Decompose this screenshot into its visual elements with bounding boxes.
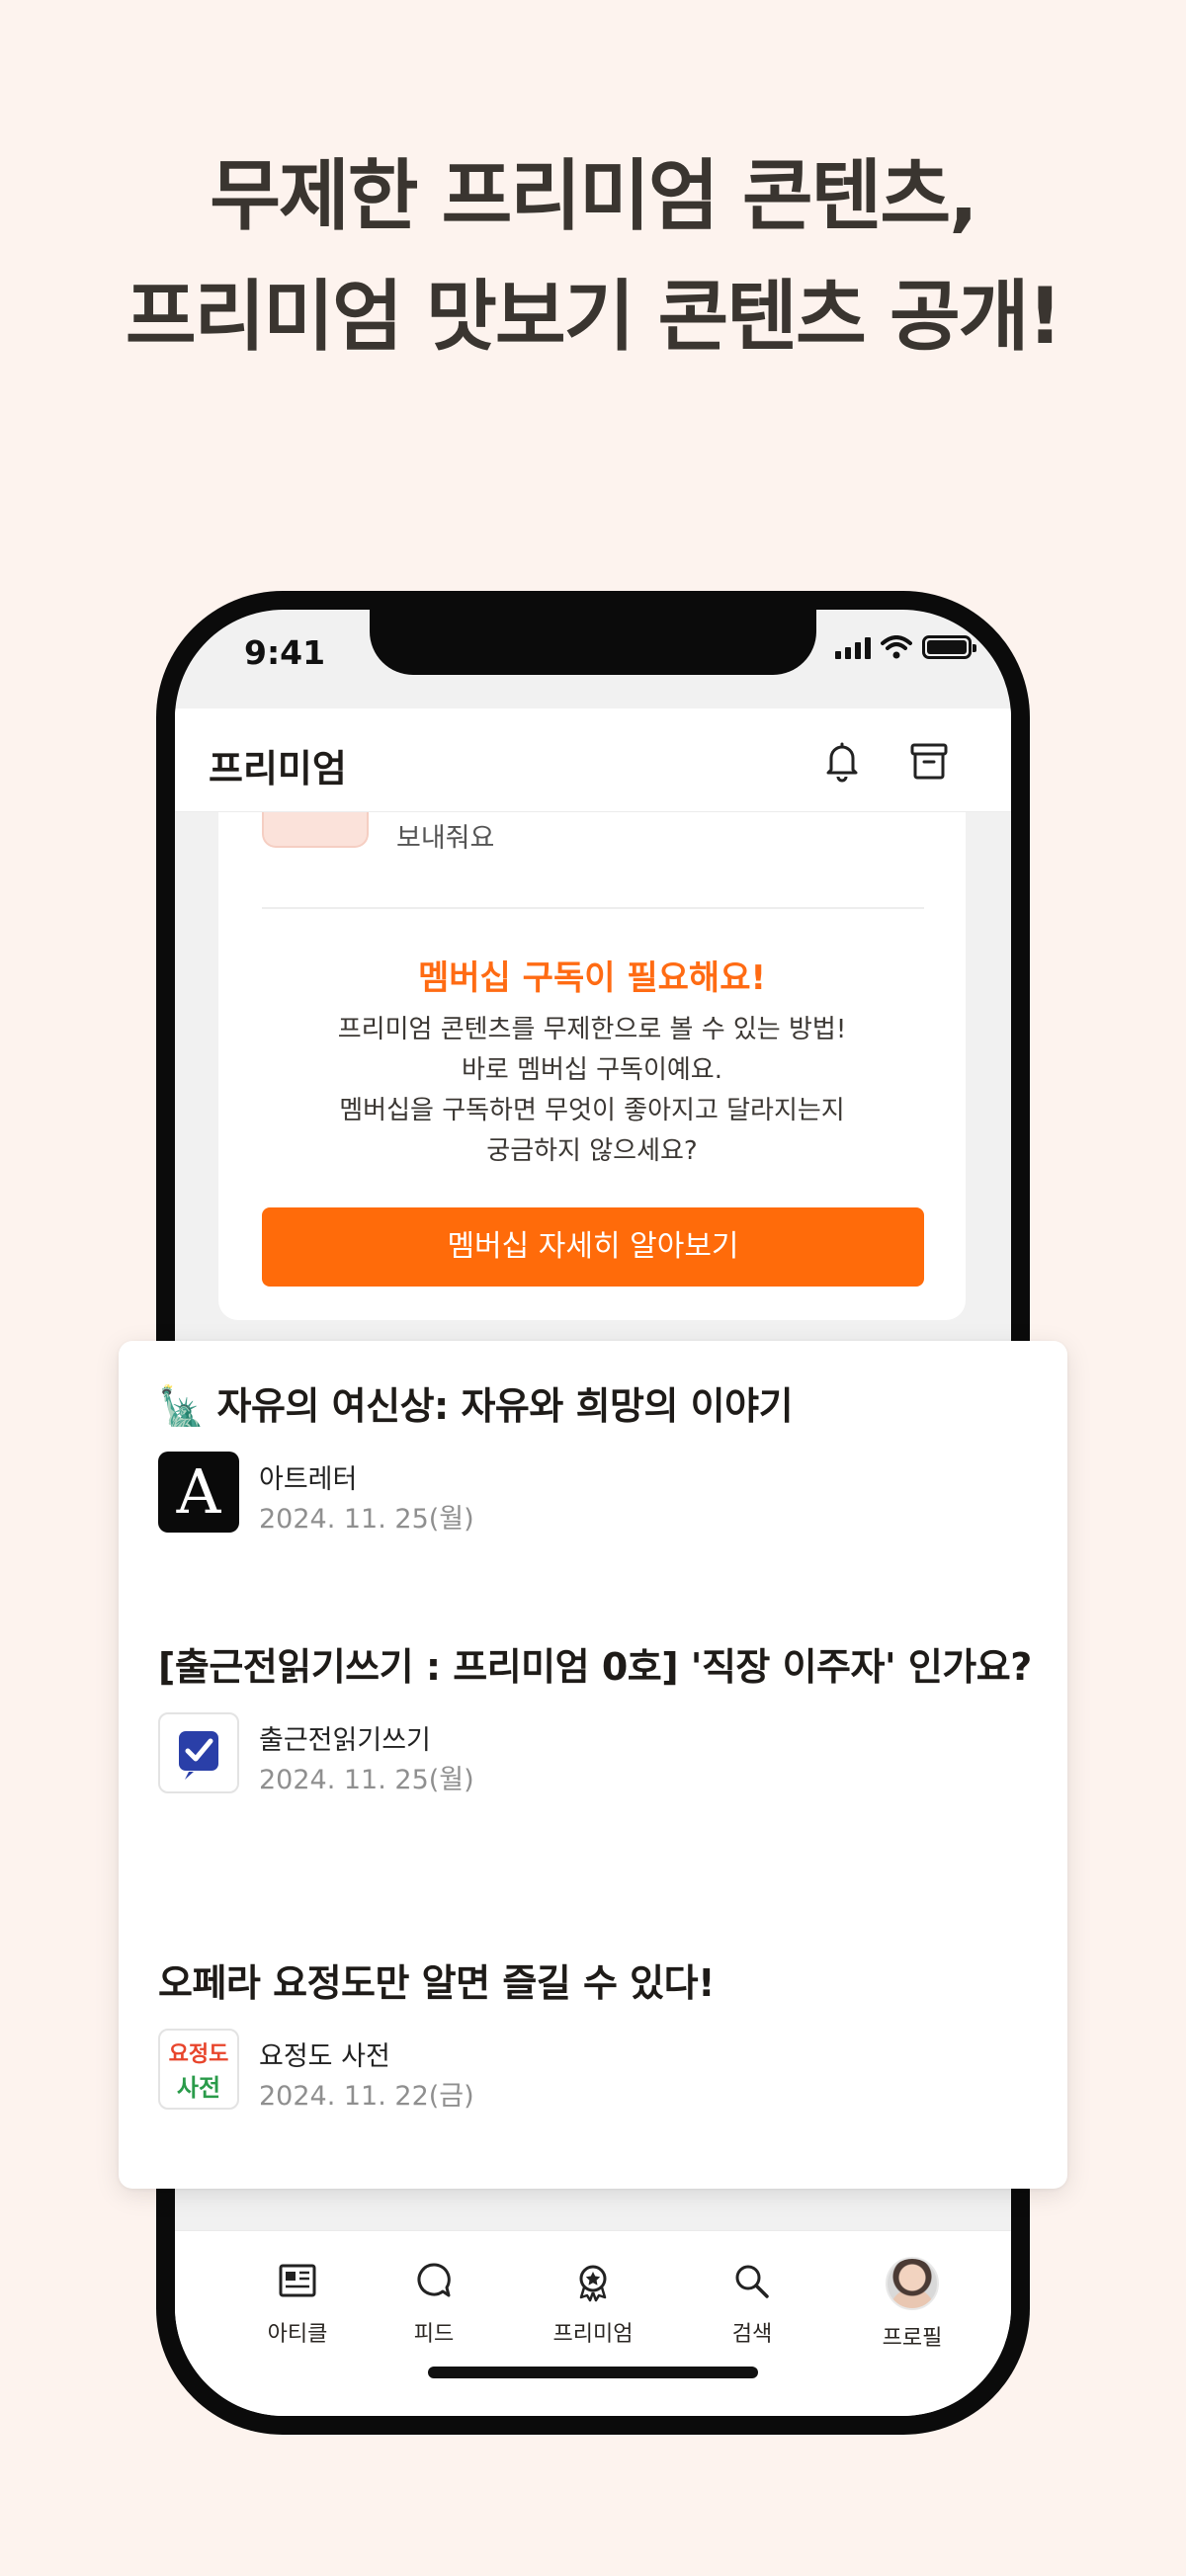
list-item[interactable]: [출근전읽기쓰기 : 프리미엄 0호] '직장 이주자' 인가요? 출근전읽기쓰… [158, 1637, 1038, 1795]
publisher-logo: A [158, 1452, 239, 1533]
publish-date: 2024. 11. 25(월) [259, 1504, 474, 1535]
tab-label: 아티클 [267, 2322, 328, 2347]
headline-line-1: 무제한 프리미엄 콘텐츠, [210, 152, 978, 241]
tab-bar: 아티클 피드 프리미엄 검색 프로필 [175, 2230, 1011, 2416]
article-meta: 요정도 사전 요정도 사전 2024. 11. 22(금) [158, 2029, 1038, 2112]
feed-bubble-icon [417, 2263, 451, 2297]
premium-badge-icon [579, 2265, 607, 2302]
publisher-name: 요정도 사전 [259, 2041, 390, 2072]
tab-article[interactable]: 아티클 [228, 2257, 367, 2348]
status-time: 9:41 [244, 633, 326, 672]
publisher-logo: 요정도 사전 [158, 2029, 239, 2110]
archive-icon[interactable] [904, 736, 954, 786]
notch [370, 610, 816, 675]
publish-date: 2024. 11. 22(금) [259, 2081, 474, 2112]
tab-label: 피드 [413, 2322, 455, 2347]
tab-premium[interactable]: 프리미엄 [524, 2257, 662, 2348]
article-title: 오페라 요정도만 알면 즐길 수 있다! [158, 1961, 715, 2005]
headline-line-2: 프리미엄 맛보기 콘텐츠 공개! [125, 273, 1062, 362]
membership-details-button[interactable]: 멤버십 자세히 알아보기 [262, 1207, 924, 1287]
tab-feed[interactable]: 피드 [365, 2257, 503, 2348]
article-title: 🗽 자유의 여신상: 자유와 희망의 이야기 [158, 1384, 794, 1428]
article-peek-text: 보내줘요 [396, 823, 495, 854]
tab-label: 검색 [731, 2322, 773, 2347]
list-item[interactable]: 오페라 요정도만 알면 즐길 수 있다! 요정도 사전 요정도 사전 2024.… [158, 1953, 1038, 2112]
app-bar: 프리미엄 [175, 708, 1011, 812]
description-line: 프리미엄 콘텐츠를 무제한으로 볼 수 있는 방법! [337, 1015, 847, 1044]
description-line: 궁금하지 않으세요? [486, 1136, 698, 1166]
logo-text-bottom: 사전 [176, 2074, 221, 2102]
premium-article-list: 🗽 자유의 여신상: 자유와 희망의 이야기 A 아트레터 2024. 11. … [119, 1341, 1067, 2189]
cellular-signal-icon [835, 635, 871, 659]
article-meta: A 아트레터 2024. 11. 25(월) [158, 1452, 1038, 1535]
divider [262, 907, 924, 909]
membership-title: 멤버십 구독이 필요해요! [418, 958, 766, 998]
description-line: 멤버십을 구독하면 무엇이 좋아지고 달라지는지 [339, 1096, 845, 1125]
publish-date: 2024. 11. 25(월) [259, 1765, 474, 1795]
article-icon [279, 2264, 316, 2297]
article-thumbnail [262, 812, 369, 848]
logo-text-top: 요정도 [168, 2042, 229, 2067]
bell-icon[interactable] [817, 736, 867, 786]
tab-search[interactable]: 검색 [683, 2257, 821, 2348]
checkbox-logo-icon [179, 1731, 218, 1780]
status-icons [835, 635, 976, 659]
tab-profile[interactable]: 프로필 [843, 2257, 981, 2352]
avatar [886, 2257, 939, 2310]
home-indicator [428, 2367, 758, 2378]
publisher-logo [158, 1712, 239, 1793]
article-meta: 출근전읽기쓰기 2024. 11. 25(월) [158, 1712, 1038, 1795]
article-title: [출근전읽기쓰기 : 프리미엄 0호] '직장 이주자' 인가요? [158, 1645, 1032, 1689]
membership-card: 보내줘요 멤버십 구독이 필요해요! 프리미엄 콘텐츠를 무제한으로 볼 수 있… [218, 812, 966, 1320]
search-icon [735, 2265, 769, 2298]
tab-label: 프로필 [882, 2326, 943, 2351]
page-title: 프리미엄 [209, 747, 347, 790]
wifi-icon [881, 635, 912, 659]
promo-headline: 무제한 프리미엄 콘텐츠, 프리미엄 맛보기 콘텐츠 공개! [0, 136, 1186, 377]
tab-label: 프리미엄 [552, 2322, 634, 2347]
publisher-name: 아트레터 [259, 1464, 358, 1495]
publisher-name: 출근전읽기쓰기 [259, 1725, 431, 1756]
battery-icon [922, 635, 976, 659]
description-line: 바로 멤버십 구독이예요. [462, 1055, 722, 1085]
list-item[interactable]: 🗽 자유의 여신상: 자유와 희망의 이야기 A 아트레터 2024. 11. … [158, 1376, 1038, 1535]
membership-description: 프리미엄 콘텐츠를 무제한으로 볼 수 있는 방법! 바로 멤버십 구독이예요.… [218, 1010, 966, 1172]
